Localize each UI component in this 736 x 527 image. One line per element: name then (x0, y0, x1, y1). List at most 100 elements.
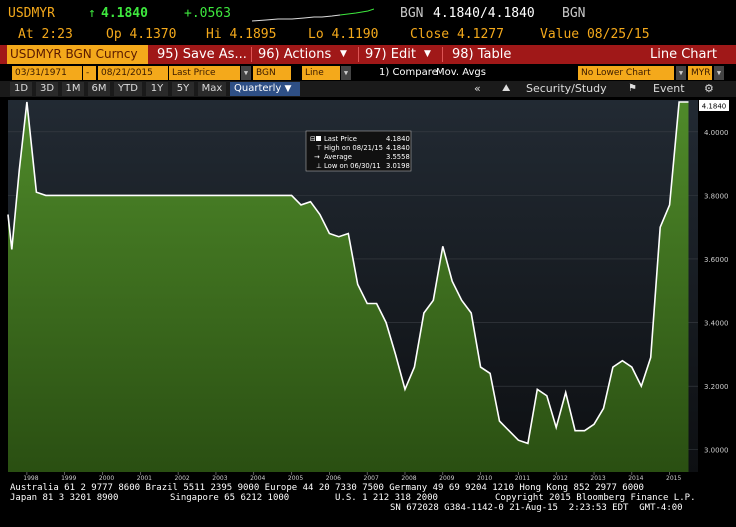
bid-label: BGN (400, 6, 424, 21)
y-tick-label: 3.4000 (704, 320, 729, 328)
price-chart[interactable]: 3.0000 3.2000 3.4000 3.6000 3.8000 4.0000 199… (0, 100, 736, 482)
x-tick-label: 2000 (99, 475, 114, 482)
up-arrow-icon: ↑ (88, 6, 96, 21)
legend-high-label: High on 08/21/15 (324, 144, 383, 152)
lower-chart-dropdown-icon[interactable]: ▼ (676, 66, 686, 80)
end-date-field[interactable]: 08/21/2015 (98, 66, 168, 80)
legend-last-label: Last Price (324, 135, 357, 143)
range-button-1m[interactable]: 1M (62, 82, 84, 96)
x-tick-label: 2013 (590, 475, 605, 482)
range-bar: 1D 3D 1M 6M YTD 1Y 5Y Max Quarterly ▼ « … (0, 81, 736, 97)
field-select[interactable]: Last Price (169, 66, 240, 80)
quote-bar: USDMYR ↑ 4.1840 +.0563 BGN 4.1840/4.1840… (0, 0, 736, 26)
lower-chart-select[interactable]: No Lower Chart (578, 66, 674, 80)
source-field[interactable]: BGN (253, 66, 291, 80)
x-tick-label: 2001 (137, 475, 152, 482)
footer: Australia 61 2 9777 8600 Brazil 5511 239… (0, 482, 736, 527)
legend-avg-label: Average (324, 153, 352, 161)
quote-detail-bar: At 2:23 Op 4.1370 Hi 4.1895 Lo 4.1190 Cl… (0, 26, 736, 44)
x-tick-label: 2006 (326, 475, 341, 482)
quote-time: At 2:23 (18, 27, 73, 42)
actions-button[interactable]: 96) Actions (258, 45, 331, 64)
x-axis: 1998 1999 2000 2001 2002 2003 2004 2005 2006 2007… (23, 472, 681, 482)
y-tick-label: 3.2000 (704, 383, 729, 391)
legend-high-value: 4.1840 (386, 144, 410, 152)
bid-ask: 4.1840/4.1840 (433, 6, 535, 21)
y-tick-label: 3.0000 (704, 447, 729, 455)
x-tick-label: 2010 (477, 475, 492, 482)
legend-last-value: 4.1840 (386, 135, 410, 143)
range-button-6m[interactable]: 6M (88, 82, 110, 96)
event-button[interactable]: Event (653, 82, 685, 96)
compare-label[interactable]: 1) Compare (379, 66, 438, 80)
legend-collapse-icon[interactable]: ⊟ (310, 135, 316, 143)
field-dropdown-icon[interactable]: ▼ (241, 66, 251, 80)
footer-serial: SN 672028 G384-1142-0 21-Aug-15 2:23:53 … (390, 503, 683, 513)
gear-icon[interactable]: ⚙ (704, 82, 714, 96)
legend-swatch (316, 136, 321, 141)
security-tab[interactable]: USDMYR BGN Curncy (7, 45, 148, 64)
period-dropdown-icon: ▼ (284, 84, 292, 94)
edit-dropdown-icon[interactable]: ▼ (424, 45, 431, 64)
y-axis: 3.0000 3.2000 3.4000 3.6000 3.8000 4.0000 (704, 129, 729, 455)
actions-dropdown-icon[interactable]: ▼ (340, 45, 347, 64)
start-date-field[interactable]: 03/31/1971 (12, 66, 82, 80)
range-button-1d[interactable]: 1D (10, 82, 32, 96)
x-tick-label: 2002 (174, 475, 189, 482)
collapse-button[interactable]: « (474, 82, 481, 96)
range-button-3d[interactable]: 3D (36, 82, 58, 96)
currency-field[interactable]: MYR (688, 66, 712, 80)
quote-change: +.0563 (184, 6, 231, 21)
range-button-ytd[interactable]: YTD (114, 82, 142, 96)
range-button-max[interactable]: Max (198, 82, 226, 96)
x-tick-label: 2007 (364, 475, 379, 482)
y-tick-label: 3.6000 (704, 256, 729, 264)
table-button[interactable]: 98) Table (452, 45, 511, 64)
x-tick-label: 2004 (250, 475, 265, 482)
footer-japan: Japan 81 3 3201 8900 (10, 493, 119, 503)
function-toolbar: USDMYR BGN Curncy 95) Save As... 96) Act… (0, 45, 736, 64)
quote-value: Value 08/25/15 (540, 27, 650, 42)
compare-value[interactable]: Mov. Avgs (436, 66, 486, 80)
x-tick-label: 2012 (553, 475, 568, 482)
chart-type-label: Line Chart (650, 47, 717, 62)
edit-button[interactable]: 97) Edit (365, 45, 416, 64)
save-as-button[interactable]: 95) Save As... (157, 45, 247, 64)
legend-low-label: Low on 06/30/11 (324, 162, 381, 170)
last-price-tag: 4.1840 (699, 100, 729, 111)
period-select[interactable]: Quarterly ▼ (230, 82, 300, 96)
footer-line-1: Australia 61 2 9777 8600 Brazil 5511 239… (10, 483, 644, 493)
quote-high: Hi 4.1895 (206, 27, 277, 42)
period-label: Quarterly (234, 83, 282, 94)
footer-us: U.S. 1 212 318 2000 (335, 493, 438, 503)
style-select[interactable]: Line (302, 66, 340, 80)
footer-copyright: Copyright 2015 Bloomberg Finance L.P. (495, 493, 696, 503)
x-tick-label: 2009 (439, 475, 454, 482)
y-tick-label: 3.8000 (704, 192, 729, 200)
low-marker-icon: ⊥ (316, 162, 322, 170)
chart-legend[interactable]: ⊟ Last Price 4.1840 ⊤ High on 08/21/15 4… (305, 130, 412, 172)
quote-last: 4.1840 (101, 6, 148, 21)
quote-close: Close 4.1277 (410, 27, 504, 42)
range-button-5y[interactable]: 5Y (172, 82, 194, 96)
y-tick-label: 4.0000 (704, 129, 729, 137)
average-marker-icon: → (314, 153, 320, 161)
mountain-icon: ⛰ (502, 83, 511, 94)
security-study-button[interactable]: Security/Study (526, 82, 607, 96)
range-button-1y[interactable]: 1Y (146, 82, 168, 96)
x-tick-label: 2011 (515, 475, 530, 482)
quote-ticker: USDMYR (8, 6, 55, 21)
legend-low-value: 3.0198 (386, 162, 410, 170)
last-price-tag-text: 4.1840 (702, 103, 727, 111)
quote-open: Op 4.1370 (106, 27, 177, 42)
date-separator: - (83, 66, 96, 80)
chart-settings-bar: 03/31/1971 - 08/21/2015 Last Price ▼ BGN… (0, 65, 736, 81)
x-tick-label: 1998 (23, 475, 38, 482)
style-dropdown-icon[interactable]: ▼ (341, 66, 351, 80)
x-tick-label: 1999 (61, 475, 76, 482)
currency-dropdown-icon[interactable]: ▼ (714, 66, 724, 80)
x-tick-label: 2015 (666, 475, 681, 482)
footer-singapore: Singapore 65 6212 1000 (170, 493, 290, 503)
quote-low: Lo 4.1190 (308, 27, 379, 42)
high-marker-icon: ⊤ (316, 144, 322, 152)
